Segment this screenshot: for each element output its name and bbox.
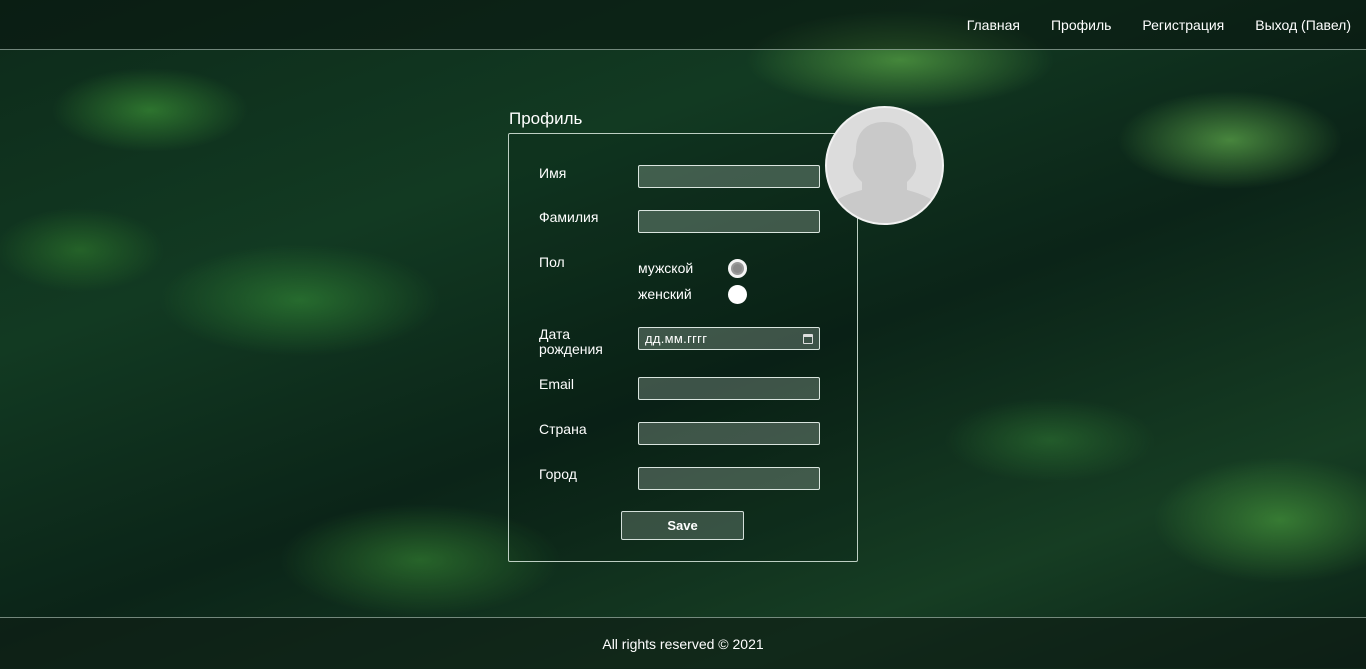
nav-link-register[interactable]: Регистрация: [1142, 17, 1224, 33]
city-field[interactable]: [638, 467, 820, 490]
nav-link-logout[interactable]: Выход (Павел): [1255, 17, 1351, 33]
city-label: Город: [539, 466, 577, 482]
birth-date-field[interactable]: дд.мм.гггг: [638, 327, 820, 350]
top-navbar: Главная Профиль Регистрация Выход (Павел…: [0, 0, 1366, 50]
country-label: Страна: [539, 421, 587, 437]
last-name-label: Фамилия: [539, 209, 599, 225]
birth-date-label: Дата рождения: [539, 327, 603, 357]
gender-male-radio[interactable]: [728, 259, 747, 278]
avatar: [825, 106, 944, 225]
footer-copyright: All rights reserved © 2021: [602, 636, 764, 652]
email-field[interactable]: [638, 377, 820, 400]
nav-links: Главная Профиль Регистрация Выход (Павел…: [967, 17, 1351, 33]
gender-female-radio[interactable]: [728, 285, 747, 304]
first-name-label: Имя: [539, 165, 567, 181]
last-name-field[interactable]: [638, 210, 820, 233]
nav-link-home[interactable]: Главная: [967, 17, 1020, 33]
gender-option-female-label: женский: [638, 286, 692, 302]
first-name-field[interactable]: [638, 165, 820, 188]
gender-label: Пол: [539, 254, 565, 270]
nav-link-profile[interactable]: Профиль: [1051, 17, 1111, 33]
calendar-icon[interactable]: [803, 333, 813, 344]
person-silhouette-icon: [827, 122, 942, 223]
birth-date-placeholder: дд.мм.гггг: [645, 331, 708, 346]
birth-date-label-line1: Дата: [539, 326, 571, 342]
country-field[interactable]: [638, 422, 820, 445]
profile-form: Имя Фамилия Пол мужской женский Дата рож…: [508, 133, 858, 562]
save-button[interactable]: Save: [621, 511, 744, 540]
footer: All rights reserved © 2021: [0, 617, 1366, 669]
birth-date-label-line2: рождения: [539, 341, 603, 357]
email-label: Email: [539, 376, 575, 392]
gender-option-male-label: мужской: [638, 260, 694, 276]
page-title: Профиль: [509, 109, 583, 128]
